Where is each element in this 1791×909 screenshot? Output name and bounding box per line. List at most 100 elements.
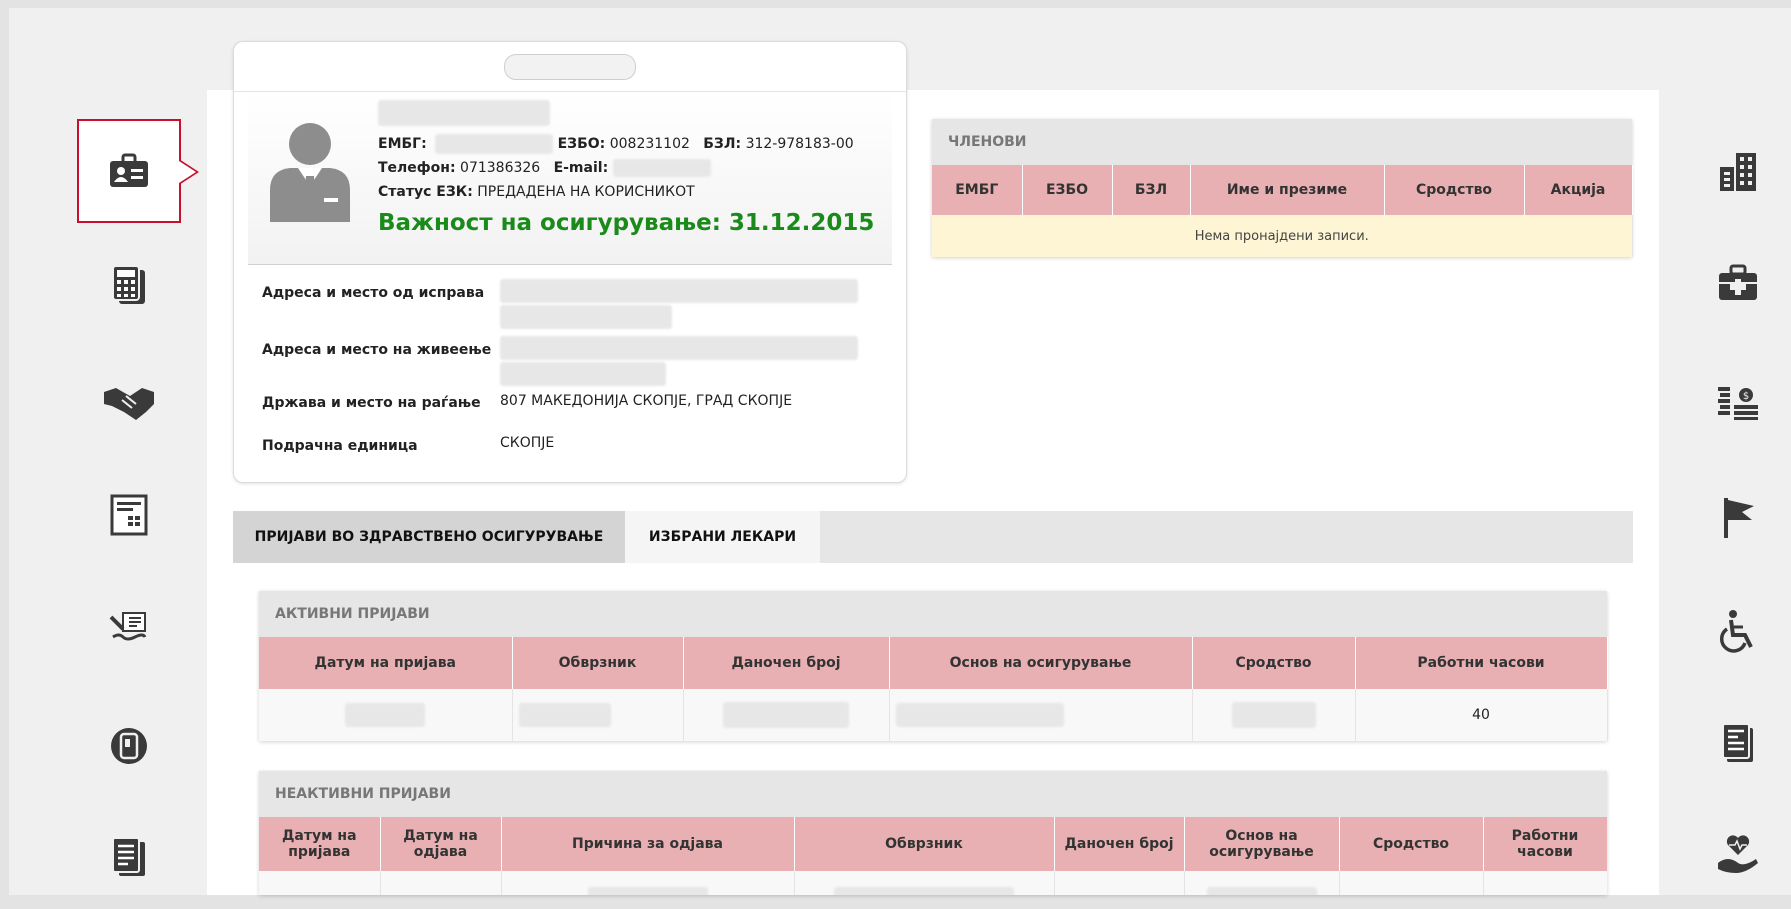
inactive-registrations-box: НЕАКТИВНИ ПРИЈАВИ Датум на пријава Датум… xyxy=(259,771,1607,895)
cell-insurance-basis xyxy=(1184,871,1340,895)
redacted-name xyxy=(378,100,550,126)
redacted-value xyxy=(1206,887,1317,895)
cell-deregistration-reason xyxy=(501,871,795,895)
contact-line: Телефон: 071386326 E-mail: xyxy=(378,159,711,177)
col-work-hours[interactable]: Работни часови xyxy=(1483,817,1607,871)
tab-bar: ПРИЈАВИ ВО ЗДРАВСТВЕНО ОСИГУРУВАЊЕ ИЗБРА… xyxy=(233,511,1633,563)
regional-unit-value: СКОПЈЕ xyxy=(500,435,555,451)
col-insurance-basis[interactable]: Основ на осигурување xyxy=(1184,817,1340,871)
nav-signature[interactable] xyxy=(77,574,181,678)
col-work-hours[interactable]: Работни часови xyxy=(1355,637,1608,689)
cell-tax-number xyxy=(1054,871,1185,895)
cell-work-hours: 40 xyxy=(1355,689,1608,741)
user-avatar-icon xyxy=(270,123,350,222)
col-registration-date[interactable]: Датум на пријава xyxy=(259,637,513,689)
tab-selected-doctors[interactable]: ИЗБРАНИ ЛЕКАРИ xyxy=(625,511,820,563)
active-registrations-title: АКТИВНИ ПРИЈАВИ xyxy=(259,591,1607,637)
card-top xyxy=(234,42,906,92)
empty-row: Нема пронајдени записи. xyxy=(932,215,1633,257)
nav-documents[interactable] xyxy=(77,805,181,909)
insured-card: ЕМБГ: ЕЗБО: 008231102 БЗЛ: 312-978183-00… xyxy=(233,41,907,483)
embg-label: ЕМБГ: xyxy=(378,136,427,152)
inactive-registrations-title: НЕАКТИВНИ ПРИЈАВИ xyxy=(259,771,1607,817)
active-header-row: Датум на пријава Обврзник Даночен број О… xyxy=(259,637,1608,689)
col-tax-number[interactable]: Даночен број xyxy=(683,637,890,689)
rnav-medical-kit[interactable] xyxy=(1712,257,1764,309)
cell-payer xyxy=(512,689,684,741)
redacted-value xyxy=(723,702,849,728)
phone-value: 071386326 xyxy=(460,160,541,176)
table-row[interactable]: 40 xyxy=(259,689,1608,741)
col-payer[interactable]: Обврзник xyxy=(794,817,1055,871)
members-header-row: ЕМБГ ЕЗБО БЗЛ Име и презиме Сродство Акц… xyxy=(932,165,1633,215)
calculator-icon xyxy=(112,265,145,304)
col-payer[interactable]: Обврзник xyxy=(512,637,684,689)
col-action: Акција xyxy=(1524,165,1633,215)
flag-icon xyxy=(1724,498,1754,538)
redacted-value xyxy=(345,703,426,727)
status-label: Статус ЕЗК: xyxy=(378,184,473,200)
redacted-email xyxy=(612,159,711,177)
rnav-buildings[interactable] xyxy=(1712,146,1764,198)
address-doc-value xyxy=(500,279,858,329)
status-line: Статус ЕЗК: ПРЕДАДЕНА НА КОРИСНИКОТ xyxy=(378,184,695,200)
inactive-registrations-table: Датум на пријава Датум на одјава Причина… xyxy=(259,817,1607,895)
col-tax-number[interactable]: Даночен број xyxy=(1054,817,1185,871)
redacted-address-living-2 xyxy=(500,362,666,386)
col-relation[interactable]: Сродство xyxy=(1192,637,1356,689)
wheelchair-icon xyxy=(1719,610,1753,653)
nav-id-card[interactable] xyxy=(77,119,199,223)
col-registration-date[interactable]: Датум на пријава xyxy=(259,817,381,871)
cell-payer xyxy=(794,871,1055,895)
nav-calculator[interactable] xyxy=(77,233,181,337)
tab-insurance-registrations[interactable]: ПРИЈАВИ ВО ЗДРАВСТВЕНО ОСИГУРУВАЊЕ xyxy=(233,511,625,563)
insurance-validity: Важност на осигурување: 31.12.2015 xyxy=(378,210,875,236)
members-title: ЧЛЕНОВИ xyxy=(932,119,1632,165)
card-slot xyxy=(504,54,636,80)
nav-stamp[interactable] xyxy=(77,694,181,798)
col-relation[interactable]: Сродство xyxy=(1339,817,1484,871)
rnav-coins[interactable]: $ xyxy=(1712,376,1764,428)
rnav-report[interactable] xyxy=(1712,717,1764,769)
active-registrations-table: Датум на пријава Обврзник Даночен број О… xyxy=(259,637,1608,741)
active-registrations-box: АКТИВНИ ПРИЈАВИ Датум на пријава Обврзни… xyxy=(259,591,1608,741)
heart-hand-icon xyxy=(1718,835,1758,873)
redacted-embg xyxy=(435,134,554,154)
rnav-health-care[interactable] xyxy=(1712,828,1764,880)
redacted-address-living xyxy=(500,336,858,360)
nav-agreements[interactable] xyxy=(77,350,181,454)
col-full-name[interactable]: Име и презиме xyxy=(1190,165,1385,215)
col-relation[interactable]: Сродство xyxy=(1384,165,1525,215)
birthplace-label: Држава и место на раѓање xyxy=(262,395,481,411)
col-ezbo[interactable]: ЕЗБО xyxy=(1022,165,1113,215)
address-doc-label: Адреса и место од исправа xyxy=(262,285,485,301)
empty-message: Нема пронајдени записи. xyxy=(932,215,1633,257)
coins-icon: $ xyxy=(1718,387,1758,420)
buildings-icon xyxy=(1720,153,1756,191)
redacted-address-doc-2 xyxy=(500,305,672,329)
nav-forms[interactable] xyxy=(77,463,181,567)
stamp-icon xyxy=(111,728,147,764)
rnav-accessibility[interactable] xyxy=(1712,605,1764,657)
status-value: ПРЕДАДЕНА НА КОРИСНИКОТ xyxy=(477,184,695,200)
col-embg[interactable]: ЕМБГ xyxy=(932,165,1023,215)
col-insurance-basis[interactable]: Основ на осигурување xyxy=(889,637,1193,689)
name-line xyxy=(378,100,550,126)
col-bzl[interactable]: БЗЛ xyxy=(1112,165,1191,215)
cell-deregistration-date xyxy=(380,871,502,895)
col-deregistration-date[interactable]: Датум на одјава xyxy=(380,817,502,871)
bzl-value: 312-978183-00 xyxy=(745,136,854,152)
table-row[interactable] xyxy=(259,871,1607,895)
redacted-value xyxy=(834,887,1014,895)
col-deregistration-reason[interactable]: Причина за одјава xyxy=(501,817,795,871)
report-icon xyxy=(1722,723,1753,762)
cell-work-hours xyxy=(1483,871,1607,895)
rnav-flag[interactable] xyxy=(1712,491,1764,543)
regional-unit-label: Подрачна единица xyxy=(262,438,418,454)
redacted-value xyxy=(1231,702,1316,728)
svg-text:$: $ xyxy=(1743,391,1749,402)
birthplace-value: 807 МАКЕДОНИЈА СКОПЈЕ, ГРАД СКОПЈЕ xyxy=(500,393,793,409)
cell-relation xyxy=(1339,871,1484,895)
bzl-label: БЗЛ: xyxy=(703,136,742,152)
members-box: ЧЛЕНОВИ ЕМБГ ЕЗБО БЗЛ Име и презиме Срод… xyxy=(932,119,1633,257)
